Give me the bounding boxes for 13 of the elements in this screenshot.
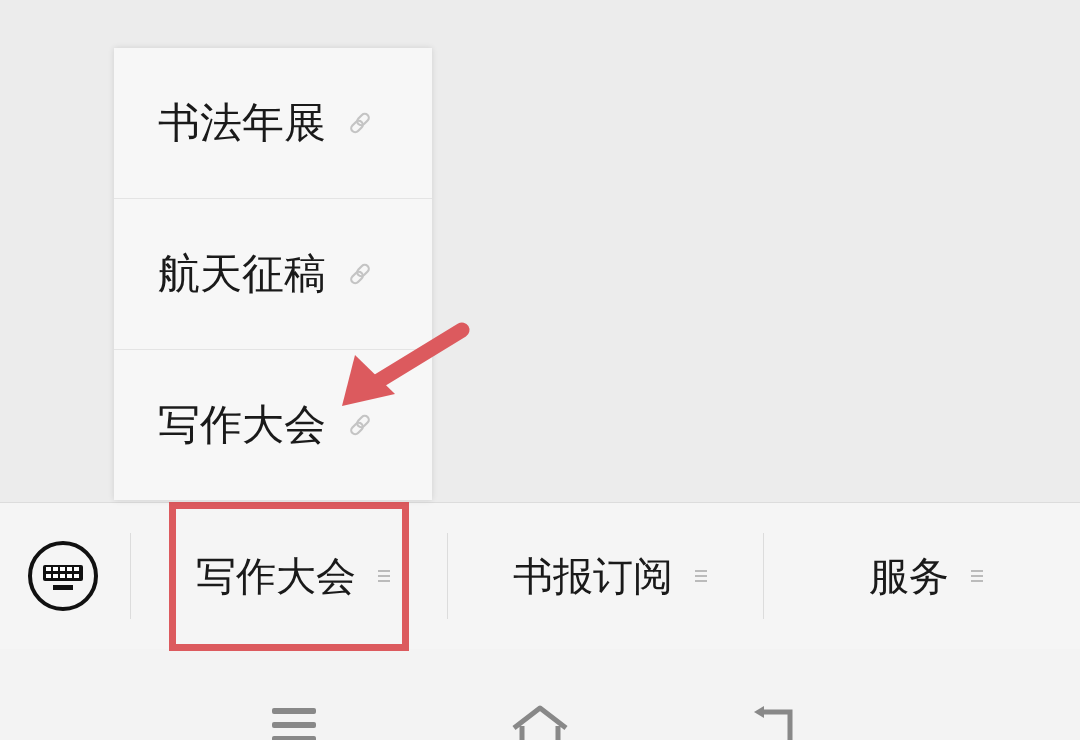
link-icon bbox=[348, 262, 372, 286]
link-icon bbox=[348, 111, 372, 135]
submenu-item[interactable]: 航天征稿 bbox=[114, 198, 432, 349]
menu-icon bbox=[971, 570, 984, 582]
keyboard-icon[interactable] bbox=[26, 539, 100, 613]
submenu-item[interactable]: 书法年展 bbox=[114, 48, 432, 198]
menu-button[interactable]: 服务 bbox=[842, 501, 1003, 651]
menu-icon bbox=[377, 570, 390, 582]
home-icon[interactable] bbox=[510, 704, 570, 740]
link-icon bbox=[348, 413, 372, 437]
menu-icon bbox=[694, 570, 707, 582]
menu-button[interactable]: 书报订阅 bbox=[485, 501, 726, 651]
menu-button[interactable]: 写作大会 bbox=[168, 501, 409, 651]
